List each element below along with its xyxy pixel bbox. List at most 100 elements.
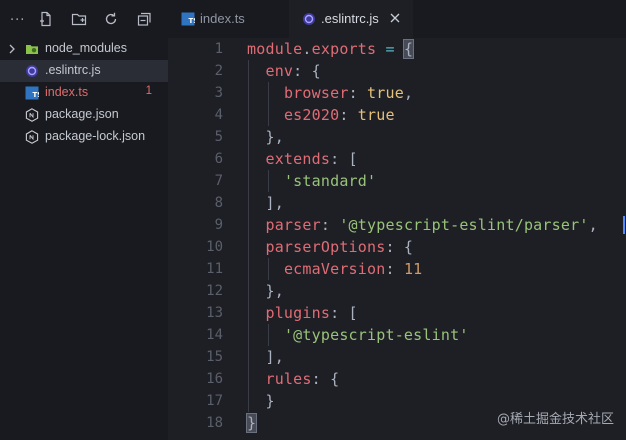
tree-item-label: index.ts xyxy=(45,85,89,99)
code-line[interactable]: es2020: true xyxy=(247,106,395,124)
tree-item-eslintrc[interactable]: .eslintrc.js xyxy=(0,60,168,82)
code-line[interactable]: '@typescript-eslint' xyxy=(247,326,469,344)
code-token: : xyxy=(385,260,404,278)
code-token: : xyxy=(339,106,358,124)
code-token: es2020 xyxy=(283,106,340,124)
tab-index-ts[interactable]: TS index.ts xyxy=(168,0,289,38)
nodejs-icon xyxy=(25,130,39,144)
code-token: : { xyxy=(385,238,414,256)
refresh-icon[interactable] xyxy=(103,11,119,27)
code-token: plugins xyxy=(265,304,331,322)
code-line[interactable]: module.exports = { xyxy=(247,39,415,59)
code-token: ], xyxy=(247,348,284,366)
code-line[interactable]: rules: { xyxy=(247,370,339,388)
code-token: '@typescript-eslint' xyxy=(283,326,469,344)
code-token: browser xyxy=(283,84,349,102)
new-file-icon[interactable] xyxy=(38,11,54,27)
line-number: 3 xyxy=(214,85,223,101)
code-token: true xyxy=(367,84,404,102)
code-token: : xyxy=(320,216,340,234)
code-token: 'standard' xyxy=(283,172,377,190)
code-line[interactable]: parserOptions: { xyxy=(247,238,413,256)
code-token: '@typescript-eslint/parser' xyxy=(339,216,589,234)
line-number: 17 xyxy=(206,393,223,409)
code-line[interactable]: 'standard' xyxy=(247,172,376,190)
tree-item-label: package.json xyxy=(45,107,119,121)
code-line[interactable]: browser: true, xyxy=(247,84,413,102)
matched-bracket: { xyxy=(402,39,415,59)
folder-icon xyxy=(25,42,39,56)
code-token: : [ xyxy=(330,150,358,168)
line-number: 14 xyxy=(206,327,223,343)
code-token: } xyxy=(247,392,275,410)
code-line[interactable]: env: { xyxy=(247,62,321,80)
chevron-right-icon[interactable] xyxy=(7,42,17,56)
tree-item-index-ts[interactable]: TS index.ts 1 xyxy=(0,82,168,104)
code-line[interactable]: parser: '@typescript-eslint/parser', xyxy=(247,216,598,234)
typescript-icon: TS xyxy=(25,86,42,100)
line-number: 1 xyxy=(214,41,223,57)
code-line[interactable]: ecmaVersion: 11 xyxy=(247,260,422,278)
code-editor[interactable]: 1 2 3 4 5 6 7 8 9 10 11 12 13 14 15 16 17 18 module.expor… xyxy=(168,38,626,440)
code-token: env xyxy=(265,62,294,80)
eslint-icon xyxy=(302,12,316,26)
line-number: 5 xyxy=(214,129,223,145)
watermark: @稀土掘金技术社区 xyxy=(496,412,614,427)
editor-tab-bar: TS index.ts .eslintrc.js xyxy=(168,0,626,38)
line-number: 16 xyxy=(206,371,223,387)
explorer-toolbar: ... xyxy=(0,0,168,38)
code-token: , xyxy=(403,84,414,102)
code-token: , xyxy=(588,216,598,234)
collapse-all-icon[interactable] xyxy=(136,11,152,27)
tree-item-node-modules[interactable]: node_modules xyxy=(0,38,168,60)
tree-item-label: .eslintrc.js xyxy=(45,63,101,77)
more-actions-button[interactable]: ... xyxy=(10,9,25,24)
svg-text:TS: TS xyxy=(33,91,40,99)
close-icon[interactable] xyxy=(388,11,402,25)
nodejs-icon xyxy=(25,108,39,122)
code-token: parser xyxy=(265,216,321,234)
code-line[interactable]: } xyxy=(245,413,258,433)
code-token: }, xyxy=(247,282,284,300)
code-token: }, xyxy=(247,128,284,146)
code-token: 11 xyxy=(403,260,423,278)
code-line[interactable]: plugins: [ xyxy=(247,304,358,322)
typescript-icon: TS xyxy=(181,12,198,26)
code-token: true xyxy=(357,106,395,124)
eslint-icon xyxy=(25,64,39,78)
code-line[interactable]: } xyxy=(247,392,275,410)
code-token: : xyxy=(348,84,368,102)
tab-label: .eslintrc.js xyxy=(321,11,379,26)
code-line[interactable]: }, xyxy=(247,282,284,300)
code-line[interactable]: ], xyxy=(247,348,284,366)
line-number: 12 xyxy=(206,283,223,299)
code-token: parserOptions xyxy=(265,238,386,256)
code-token: = xyxy=(376,40,404,58)
code-line[interactable]: extends: [ xyxy=(247,150,358,168)
tab-eslintrc[interactable]: .eslintrc.js xyxy=(289,0,413,38)
code-line[interactable]: }, xyxy=(247,128,284,146)
line-number: 6 xyxy=(214,151,223,167)
line-number: 13 xyxy=(206,305,223,321)
tree-item-package-lock-json[interactable]: package-lock.json xyxy=(0,126,168,148)
line-number: 8 xyxy=(214,195,223,211)
line-number: 2 xyxy=(214,63,223,79)
code-line[interactable]: ], xyxy=(247,194,284,212)
matched-bracket: } xyxy=(245,413,258,433)
code-token: : { xyxy=(293,62,321,80)
line-number: 18 xyxy=(206,415,223,431)
code-token: : [ xyxy=(330,304,358,322)
explorer-sidebar: ... node_modules .eslintrc.js T index.ts… xyxy=(0,0,168,440)
tree-item-package-json[interactable]: package.json xyxy=(0,104,168,126)
new-folder-icon[interactable] xyxy=(71,11,87,27)
code-token: ], xyxy=(247,194,284,212)
tree-item-label: package-lock.json xyxy=(45,129,146,143)
